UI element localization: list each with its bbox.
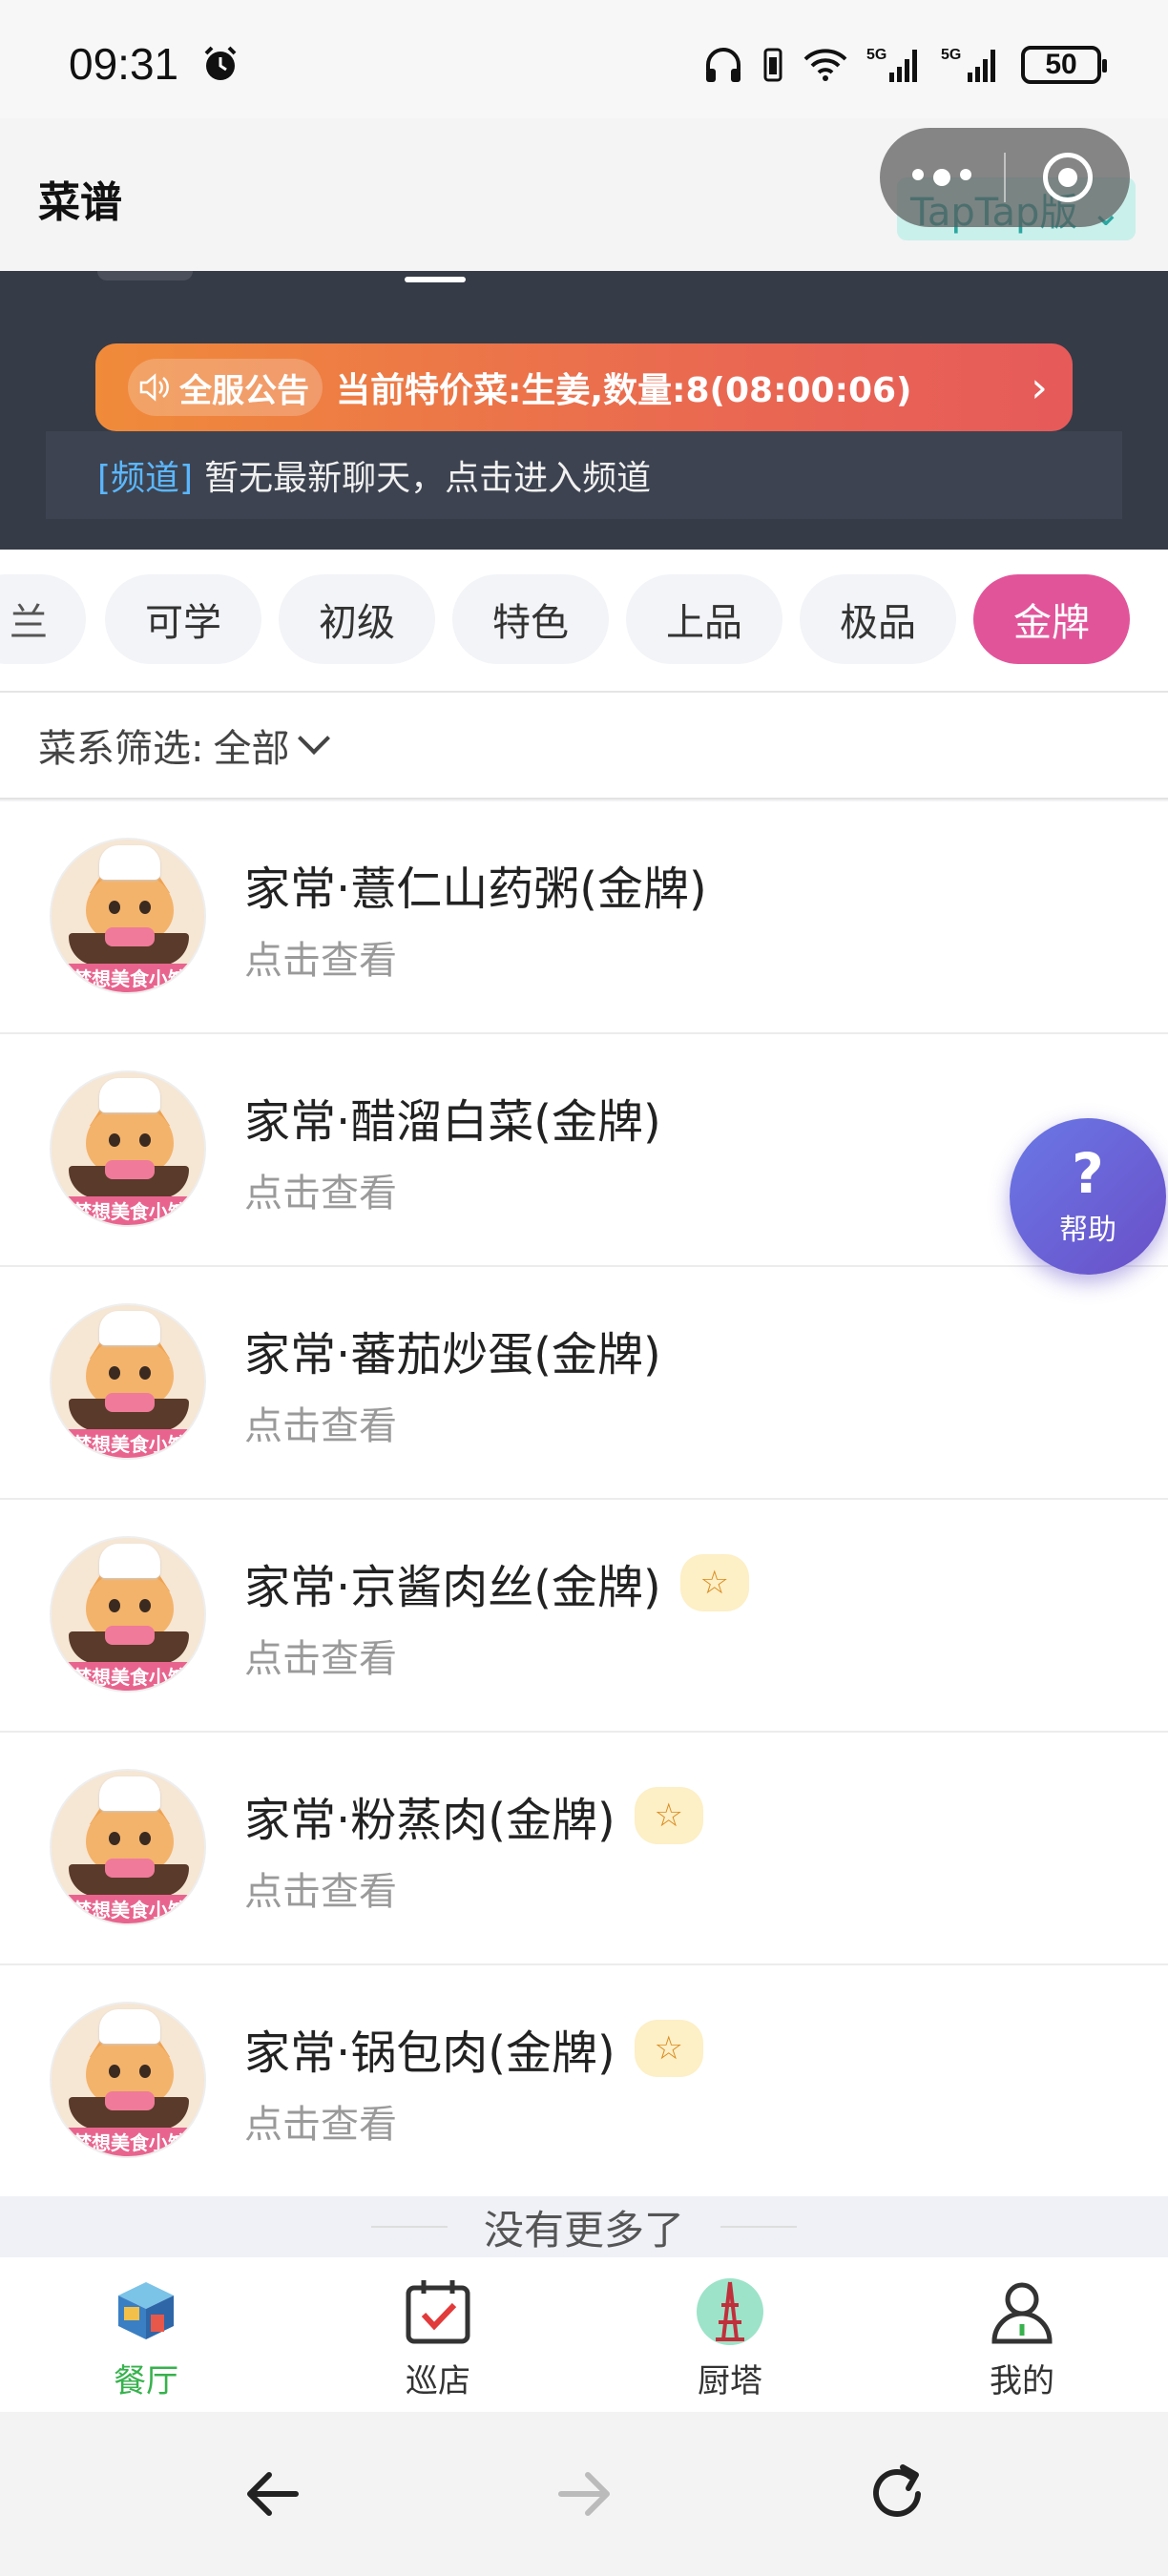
wifi-icon <box>803 49 847 81</box>
avatar-ribbon-text: 梦想美食小馆 <box>52 964 204 992</box>
miniprogram-capsule <box>880 128 1130 227</box>
announcement-area: 全服公告 当前特价菜:生姜,数量:8(08:00:06) › [频道] 暂无最新… <box>0 271 1168 550</box>
more-menu-button[interactable] <box>880 169 1004 186</box>
tab-label: 厨塔 <box>698 2362 762 2400</box>
speaker-icon <box>139 373 169 402</box>
more-dot-icon <box>912 169 924 180</box>
chef-cat-avatar: 梦想美食小馆 <box>50 1303 206 1460</box>
level-chip-jipin[interactable]: 极品 <box>800 574 956 664</box>
chevron-right-icon: › <box>1031 363 1048 412</box>
recipe-row[interactable]: 梦想美食小馆 家常·醋溜白菜(金牌) 点击查看 <box>0 1034 1168 1267</box>
recipe-name: 家常·蕃茄炒蛋(金牌) <box>244 1328 661 1381</box>
channel-chat-bar[interactable]: [频道] 暂无最新聊天，点击进入频道 <box>46 431 1122 519</box>
tab-label: 我的 <box>990 2362 1054 2400</box>
tab-label: 巡店 <box>406 2362 470 2400</box>
level-chip-kexue[interactable]: 可学 <box>105 574 261 664</box>
chef-cat-avatar: 梦想美食小馆 <box>50 838 206 994</box>
star-icon: ☆ <box>679 1554 749 1611</box>
channel-chat-text: 暂无最新聊天，点击进入频道 <box>204 459 652 498</box>
recipe-view-link: 点击查看 <box>244 1172 397 1215</box>
alarm-icon <box>204 46 237 80</box>
vibrate-icon <box>763 48 782 82</box>
server-announcement[interactable]: 全服公告 当前特价菜:生姜,数量:8(08:00:06) › <box>95 343 1073 431</box>
forward-arrow-icon[interactable] <box>548 2458 620 2530</box>
recipe-view-link: 点击查看 <box>244 1404 397 1448</box>
calendar-check-icon <box>406 2280 470 2344</box>
tab-patrol[interactable]: 巡店 <box>292 2257 584 2412</box>
refresh-icon[interactable] <box>861 2458 933 2530</box>
recipe-view-link: 点击查看 <box>244 1637 397 1681</box>
tab-restaurant[interactable]: 餐厅 <box>0 2257 292 2412</box>
avatar-ribbon-text: 梦想美食小馆 <box>52 1429 204 1458</box>
user-icon <box>991 2282 1053 2344</box>
chevron-down-icon <box>298 722 331 755</box>
recipe-name: 家常·京酱肉丝(金牌) ☆ <box>244 1549 749 1616</box>
recipe-view-link: 点击查看 <box>244 2103 397 2147</box>
svg-text:5G: 5G <box>941 47 961 63</box>
level-chip-shangpin[interactable]: 上品 <box>626 574 782 664</box>
recipe-name: 家常·粉蒸肉(金牌) ☆ <box>244 1782 703 1849</box>
announcement-tag: 全服公告 <box>128 359 323 416</box>
more-dot-icon <box>960 169 971 180</box>
restaurant-icon <box>118 2282 174 2339</box>
chef-cat-avatar: 梦想美食小馆 <box>50 1536 206 1693</box>
level-chip-partial[interactable]: 兰 <box>0 574 86 664</box>
browser-nav-bar <box>0 2412 1168 2576</box>
title-bar: 菜谱 TapTap版 ⌄ <box>0 118 1168 271</box>
star-icon: ☆ <box>634 1787 703 1844</box>
battery-indicator: 50 <box>1021 46 1107 84</box>
avatar-ribbon-text: 梦想美食小馆 <box>52 1895 204 1923</box>
page-title: 菜谱 <box>38 178 122 227</box>
svg-text:5G: 5G <box>866 47 886 63</box>
help-button[interactable]: ? 帮助 <box>1010 1118 1166 1275</box>
chef-cat-avatar: 梦想美食小馆 <box>50 2002 206 2158</box>
carousel-indicator <box>405 277 466 282</box>
signal-5g-icon: 5G <box>866 47 917 82</box>
recipe-row[interactable]: 梦想美食小馆 家常·粉蒸肉(金牌) ☆ 点击查看 <box>0 1733 1168 1965</box>
star-icon: ☆ <box>634 2020 703 2077</box>
tab-mine[interactable]: 我的 <box>876 2257 1168 2412</box>
recipe-view-link: 点击查看 <box>244 939 397 983</box>
question-mark-icon: ? <box>1072 1141 1104 1206</box>
tab-label: 餐厅 <box>114 2362 178 2400</box>
avatar-ribbon-text: 梦想美食小馆 <box>52 1196 204 1225</box>
channel-tag: [频道] <box>97 459 194 498</box>
cuisine-filter-label: 菜系筛选: <box>38 727 204 771</box>
recipe-row[interactable]: 梦想美食小馆 家常·锅包肉(金牌) ☆ 点击查看 <box>0 1965 1168 2198</box>
target-close-icon <box>1043 153 1093 202</box>
recipe-name: 家常·锅包肉(金牌) ☆ <box>244 2015 703 2082</box>
recipe-name: 家常·醋溜白菜(金牌) <box>244 1095 661 1149</box>
cuisine-filter-value: 全部 <box>213 727 290 771</box>
headphones-icon <box>706 48 740 82</box>
level-chip-tese[interactable]: 特色 <box>452 574 609 664</box>
recipe-name: 家常·薏仁山药粥(金牌) <box>244 862 707 916</box>
tab-chef-tower[interactable]: 厨塔 <box>584 2257 876 2412</box>
recipe-row[interactable]: 梦想美食小馆 家常·京酱肉丝(金牌) ☆ 点击查看 <box>0 1500 1168 1733</box>
recipe-view-link: 点击查看 <box>244 1870 397 1914</box>
recipe-row[interactable]: 梦想美食小馆 家常·蕃茄炒蛋(金牌) 点击查看 <box>0 1267 1168 1500</box>
tower-icon <box>697 2278 763 2345</box>
close-miniprogram-button[interactable] <box>1006 153 1130 202</box>
status-bar: 09:31 5G 5G 50 <box>0 0 1168 118</box>
status-icons: 5G 5G 50 <box>702 42 1107 88</box>
avatar-ribbon-text: 梦想美食小馆 <box>52 1662 204 1691</box>
status-time: 09:31 <box>69 39 179 89</box>
level-filter: 兰 可学 初级 特色 上品 极品 金牌 <box>0 550 1168 691</box>
signal-5g-icon-2: 5G <box>941 47 995 82</box>
more-dot-icon <box>933 169 950 186</box>
cuisine-filter[interactable]: 菜系筛选: 全部 <box>0 693 1168 800</box>
level-chip-jinpai[interactable]: 金牌 <box>973 574 1130 664</box>
recipe-row[interactable]: 梦想美食小馆 家常·薏仁山药粥(金牌) 点击查看 <box>0 801 1168 1034</box>
back-arrow-icon[interactable] <box>237 2458 309 2530</box>
no-more-indicator: 没有更多了 <box>0 2196 1168 2257</box>
chef-cat-avatar: 梦想美食小馆 <box>50 1070 206 1227</box>
chef-cat-avatar: 梦想美食小馆 <box>50 1769 206 1925</box>
recipe-list: 梦想美食小馆 家常·薏仁山药粥(金牌) 点击查看 梦想美食小馆 家常·醋溜白菜(… <box>0 801 1168 2198</box>
avatar-ribbon-text: 梦想美食小馆 <box>52 2128 204 2156</box>
bottom-tab-bar: 餐厅 巡店 厨塔 我的 <box>0 2257 1168 2412</box>
level-chip-chuji[interactable]: 初级 <box>279 574 435 664</box>
announcement-text: 当前特价菜:生姜,数量:8(08:00:06) <box>336 371 912 410</box>
tab-stub <box>97 271 193 280</box>
help-label: 帮助 <box>1059 1214 1116 1247</box>
